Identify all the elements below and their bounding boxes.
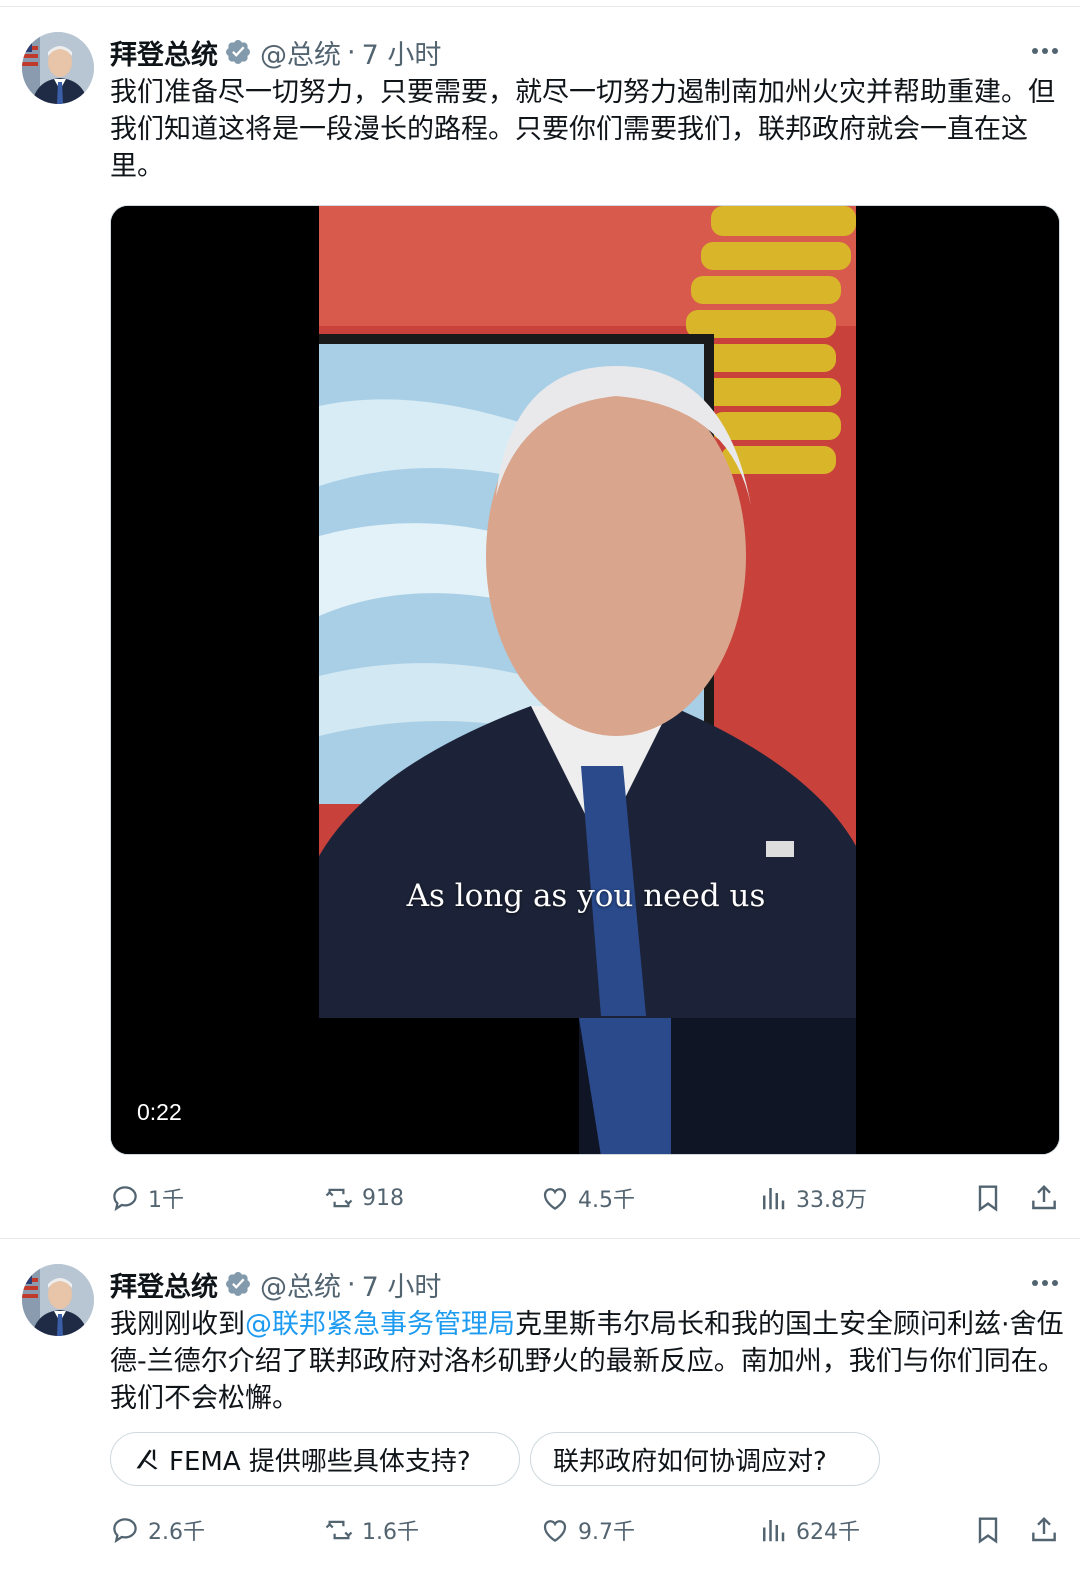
suggestion-chip[interactable]: FEMA 提供哪些具体支持? xyxy=(110,1432,520,1486)
views-button[interactable]: 33.8万 xyxy=(758,1178,867,1218)
view-count: 624千 xyxy=(796,1520,860,1545)
like-count: 4.5千 xyxy=(578,1188,635,1213)
reply-button[interactable]: 1千 xyxy=(110,1178,184,1218)
tweet-header: 拜登总统 @总统 · 7 小时 xyxy=(110,1264,441,1304)
verified-badge-icon xyxy=(224,1270,252,1298)
timestamp[interactable]: 7 小时 xyxy=(362,33,442,72)
more-icon[interactable] xyxy=(1030,36,1060,66)
reply-count: 2.6千 xyxy=(148,1520,205,1545)
more-icon[interactable] xyxy=(1030,1268,1060,1298)
tweet[interactable]: 拜登总统 @总统 · 7 小时 我们准备尽一切努力，只要需要，就尽一切努力遏制南… xyxy=(0,24,1080,1238)
suggestion-label: 联邦政府如何协调应对? xyxy=(553,1446,827,1477)
repost-button[interactable]: 1.6千 xyxy=(324,1510,419,1550)
like-icon xyxy=(543,1520,567,1542)
tweet-text: 我刚刚收到@联邦紧急事务管理局克里斯韦尔局长和我的国土安全顾问利兹·舍伍德-兰德… xyxy=(110,1306,1070,1417)
video-player[interactable]: As long as you need us 0:22 xyxy=(110,205,1060,1155)
repost-count: 918 xyxy=(362,1185,404,1211)
like-button[interactable]: 4.5千 xyxy=(540,1178,635,1218)
reply-count: 1千 xyxy=(148,1188,184,1213)
tweet-text-part: 我刚刚收到 xyxy=(110,1309,245,1340)
grok-icon xyxy=(136,1449,158,1470)
like-icon xyxy=(543,1188,567,1210)
repost-count: 1.6千 xyxy=(362,1520,419,1545)
tweet-header: 拜登总统 @总统 · 7 小时 xyxy=(110,32,441,72)
tweet-text: 我们准备尽一切努力，只要需要，就尽一切努力遏制南加州火灾并帮助重建。但我们知道这… xyxy=(110,77,1055,182)
tweet-divider xyxy=(0,1238,1080,1239)
author-handle[interactable]: @总统 xyxy=(260,33,341,72)
repost-button[interactable]: 918 xyxy=(324,1178,404,1218)
suggestion-label: FEMA 提供哪些具体支持? xyxy=(169,1446,471,1477)
avatar[interactable] xyxy=(22,1264,94,1336)
views-button[interactable]: 624千 xyxy=(758,1510,860,1550)
video-caption: As long as you need us xyxy=(406,878,766,914)
verified-badge-icon xyxy=(224,38,252,66)
share-icon[interactable] xyxy=(1028,1514,1060,1546)
tweet-actions: 2.6千 1.6千 9.7千 624千 xyxy=(110,1510,1070,1550)
like-count: 9.7千 xyxy=(578,1520,635,1545)
share-icon[interactable] xyxy=(1028,1182,1060,1214)
avatar[interactable] xyxy=(22,32,94,104)
separator: · xyxy=(347,36,356,68)
like-button[interactable]: 9.7千 xyxy=(540,1510,635,1550)
tweet-actions: 1千 918 4.5千 33.8万 xyxy=(110,1178,1070,1218)
bookmark-icon[interactable] xyxy=(972,1182,1004,1214)
author-name[interactable]: 拜登总统 xyxy=(110,33,218,72)
separator: · xyxy=(347,1268,356,1300)
reply-icon xyxy=(113,1518,137,1544)
mention-link[interactable]: @联邦紧急事务管理局 xyxy=(245,1309,515,1340)
top-divider xyxy=(0,6,1080,7)
timestamp[interactable]: 7 小时 xyxy=(362,1265,442,1304)
suggestion-chip[interactable]: 联邦政府如何协调应对? xyxy=(530,1432,880,1486)
author-name[interactable]: 拜登总统 xyxy=(110,1265,218,1304)
view-count: 33.8万 xyxy=(796,1188,867,1213)
video-duration: 0:22 xyxy=(137,1099,182,1125)
views-icon xyxy=(763,1520,785,1542)
author-handle[interactable]: @总统 xyxy=(260,1265,341,1304)
repost-icon xyxy=(325,1188,353,1208)
bookmark-icon[interactable] xyxy=(972,1514,1004,1546)
video-frame xyxy=(111,206,1059,1154)
repost-icon xyxy=(325,1520,353,1540)
reply-button[interactable]: 2.6千 xyxy=(110,1510,205,1550)
views-icon xyxy=(763,1188,785,1210)
reply-icon xyxy=(113,1186,137,1212)
tweet[interactable]: 拜登总统 @总统 · 7 小时 我刚刚收到@联邦紧急事务管理局克里斯韦尔局长和我… xyxy=(0,1256,1080,1583)
